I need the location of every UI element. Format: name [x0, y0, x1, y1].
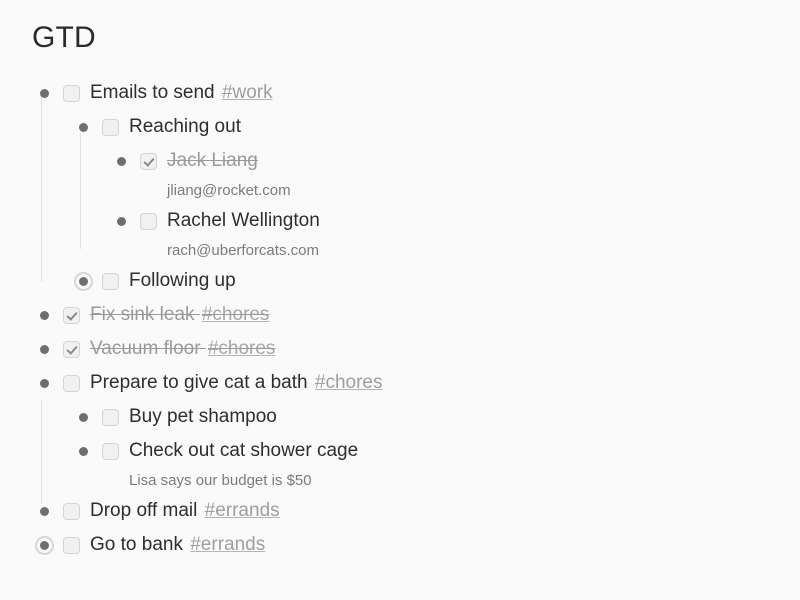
- collapsed-bullet-icon[interactable]: [75, 273, 91, 289]
- bullet-dot: [78, 446, 88, 456]
- outline-list: Emails to send #work Reaching out Jack Lia…: [32, 76, 800, 562]
- item-text: Prepare to give cat a bath: [90, 372, 308, 393]
- bullet-icon[interactable]: [36, 307, 52, 323]
- bullet-dot: [39, 378, 49, 388]
- item-text: Rachel Wellington: [167, 210, 320, 231]
- checkbox-unchecked[interactable]: [63, 502, 80, 520]
- bullet-icon[interactable]: [36, 503, 52, 519]
- outline-row[interactable]: Prepare to give cat a bath #chores: [32, 366, 800, 400]
- checkbox-unchecked[interactable]: [102, 442, 119, 460]
- item-label[interactable]: Vacuum floor #chores: [90, 337, 275, 361]
- item-label[interactable]: Buy pet shampoo: [129, 405, 277, 429]
- bullet-icon[interactable]: [75, 119, 91, 135]
- bullet-icon[interactable]: [36, 85, 52, 101]
- checkbox-unchecked[interactable]: [63, 536, 80, 554]
- outliner-page: GTD Emails to send #work Reaching out Jack…: [0, 0, 800, 600]
- item-text: Reaching out: [129, 116, 241, 137]
- item-text: Buy pet shampoo: [129, 406, 277, 427]
- outline-row[interactable]: Vacuum floor #chores: [32, 332, 800, 366]
- item-tag[interactable]: #chores: [202, 304, 270, 325]
- item-tag[interactable]: #chores: [315, 372, 383, 393]
- item-label[interactable]: Drop off mail #errands: [90, 499, 280, 523]
- tree-guide-line: [41, 98, 42, 282]
- outline-row[interactable]: Jack Liang: [32, 144, 800, 178]
- checkbox-checked[interactable]: [63, 306, 80, 324]
- outline-row[interactable]: Drop off mail #errands: [32, 494, 800, 528]
- bullet-icon[interactable]: [113, 213, 129, 229]
- item-text: Drop off mail: [90, 500, 198, 521]
- bullet-dot: [78, 122, 88, 132]
- item-note[interactable]: jliang@rocket.com: [32, 178, 800, 204]
- item-text: Check out cat shower cage: [129, 440, 359, 461]
- item-text: Fix sink leak: [90, 304, 195, 325]
- item-label[interactable]: Fix sink leak #chores: [90, 303, 269, 327]
- checkbox-unchecked[interactable]: [140, 212, 157, 230]
- item-label[interactable]: Go to bank #errands: [90, 533, 265, 557]
- collapsed-bullet-icon[interactable]: [36, 537, 52, 553]
- item-note[interactable]: rach@uberforcats.com: [32, 238, 800, 264]
- bullet-icon[interactable]: [75, 409, 91, 425]
- checkbox-unchecked[interactable]: [63, 374, 80, 392]
- outline-row[interactable]: Buy pet shampoo: [32, 400, 800, 434]
- item-tag[interactable]: #errands: [190, 534, 265, 555]
- item-text: Vacuum floor: [90, 338, 201, 359]
- bullet-icon[interactable]: [113, 153, 129, 169]
- bullet-dot: [39, 344, 49, 354]
- bullet-dot: [39, 310, 49, 320]
- checkbox-checked[interactable]: [140, 152, 157, 170]
- checkbox-unchecked[interactable]: [102, 272, 119, 290]
- checkbox-unchecked[interactable]: [102, 408, 119, 426]
- outline-row[interactable]: Emails to send #work: [32, 76, 800, 110]
- outline-row[interactable]: Following up: [32, 264, 800, 298]
- item-tag[interactable]: #errands: [205, 500, 280, 521]
- item-label[interactable]: Emails to send #work: [90, 81, 273, 105]
- item-label[interactable]: Following up: [129, 269, 236, 293]
- item-tag[interactable]: #work: [222, 82, 273, 103]
- outline-row[interactable]: Fix sink leak #chores: [32, 298, 800, 332]
- bullet-icon[interactable]: [36, 341, 52, 357]
- item-text: Jack Liang: [167, 150, 258, 171]
- bullet-dot: [39, 88, 49, 98]
- bullet-dot: [39, 506, 49, 516]
- item-text: Go to bank: [90, 534, 183, 555]
- bullet-icon[interactable]: [36, 375, 52, 391]
- item-label[interactable]: Reaching out: [129, 115, 241, 139]
- item-label[interactable]: Rachel Wellington: [167, 209, 320, 233]
- bullet-dot: [78, 276, 88, 286]
- checkbox-checked[interactable]: [63, 340, 80, 358]
- item-label[interactable]: Check out cat shower cage: [129, 439, 358, 463]
- item-tag[interactable]: #chores: [208, 338, 276, 359]
- checkbox-unchecked[interactable]: [63, 84, 80, 102]
- tree-guide-line: [41, 400, 42, 504]
- outline-row[interactable]: Rachel Wellington: [32, 204, 800, 238]
- outline-row[interactable]: Check out cat shower cage: [32, 434, 800, 468]
- item-note[interactable]: Lisa says our budget is $50: [32, 468, 800, 494]
- bullet-dot: [78, 412, 88, 422]
- tree-guide-line: [80, 133, 81, 249]
- checkbox-unchecked[interactable]: [102, 118, 119, 136]
- bullet-dot: [116, 216, 126, 226]
- outline-row[interactable]: Reaching out: [32, 110, 800, 144]
- item-text: Following up: [129, 270, 236, 291]
- bullet-dot: [116, 156, 126, 166]
- item-label[interactable]: Jack Liang: [167, 149, 258, 173]
- bullet-icon[interactable]: [75, 443, 91, 459]
- outline-row[interactable]: Go to bank #errands: [32, 528, 800, 562]
- page-title: GTD: [32, 21, 96, 54]
- bullet-dot: [39, 540, 49, 550]
- item-text: Emails to send: [90, 82, 215, 103]
- item-label[interactable]: Prepare to give cat a bath #chores: [90, 371, 382, 395]
